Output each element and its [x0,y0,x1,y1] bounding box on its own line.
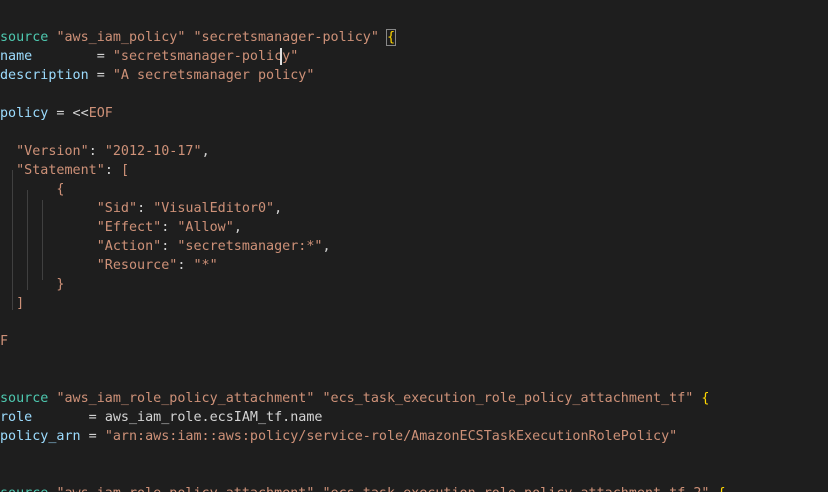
code-token: role [0,410,33,425]
code-token: = [32,49,113,64]
code-line[interactable]: name = "secretsmanager-policy" [0,47,298,66]
code-token: F [0,334,9,349]
code-token: = [32,410,105,425]
code-token: { [385,29,397,46]
code-token: "ecs_task_execution_role_policy_attachme… [322,486,709,492]
code-line[interactable]: "Action": "secretsmanager:*", [0,237,331,256]
code-token: "Allow" [177,220,234,235]
code-token: "Sid" [0,201,138,216]
code-line[interactable]: source "aws_iam_policy" "secretsmanager-… [0,28,397,47]
code-token: description [0,68,89,83]
code-line[interactable]: role = aws_iam_role.ecsIAM_tf.name [0,408,322,427]
code-token: { [718,486,726,492]
code-line[interactable]: "Effect": "Allow", [0,218,242,237]
code-token: name [0,49,33,64]
code-token: source [0,30,57,45]
code-token: "aws_iam_policy" [56,30,186,45]
code-token: "aws_iam_role_policy_attachment" [56,486,314,492]
code-token: policy_arn [0,429,81,444]
code-line[interactable]: source "aws_iam_role_policy_attachment" … [0,484,726,492]
code-line[interactable]: "Resource": "*" [0,256,218,275]
indent-guide [27,190,28,290]
code-line[interactable]: { [0,180,65,199]
code-line[interactable]: description = "A secretsmanager policy" [0,66,314,85]
code-line[interactable]: F [0,332,8,351]
indent-guide [12,170,13,310]
code-line[interactable]: } [0,275,65,294]
code-token: EOF [88,106,113,121]
code-line[interactable]: source "aws_iam_role_policy_attachment" … [0,389,709,408]
text-cursor [280,48,282,65]
code-line[interactable]: "Version": "2012-10-17", [0,142,210,161]
code-token: "secretsmanager-policy" [112,49,299,64]
code-token: aws_iam_role.ecsIAM_tf.name [104,410,323,425]
code-token: : [177,258,194,273]
code-line[interactable]: policy = <<EOF [0,104,113,123]
code-token: "ecs_task_execution_role_policy_attachme… [322,391,694,406]
code-token: "Action" [0,239,162,254]
code-token: = [88,68,113,83]
code-editor[interactable]: source "aws_iam_policy" "secretsmanager-… [0,0,828,492]
code-token: "Version" [0,144,89,159]
code-token: : [104,163,121,178]
code-token: "aws_iam_role_policy_attachment" [56,391,315,406]
code-token: "A secretsmanager policy" [112,68,315,83]
code-token: policy [0,106,49,121]
code-token: { [701,391,710,406]
code-token: = << [48,106,89,121]
code-token: = [80,429,105,444]
code-token: : [137,201,154,216]
code-token: "secretsmanager-policy" [193,30,379,45]
code-token: : [88,144,105,159]
code-token: [ [120,163,129,178]
code-token: source [0,391,57,406]
code-token: , [201,144,210,159]
code-token: : [161,220,178,235]
code-token: source [0,486,56,492]
code-token: "Effect" [0,220,162,235]
code-token: "secretsmanager:*" [177,239,323,254]
code-token: , [322,239,331,254]
code-token: { [0,182,65,197]
code-token: "VisualEditor0" [153,201,275,216]
code-token: : [161,239,178,254]
code-token: "arn:aws:iam::aws:policy/service-role/Am… [104,429,678,444]
code-token: } [0,277,65,292]
code-token: "2012-10-17" [104,144,202,159]
indent-guide [42,200,43,280]
code-line[interactable]: "Statement": [ [0,161,129,180]
code-token: "Statement" [0,163,105,178]
code-token: , [233,220,242,235]
code-token: , [274,201,283,216]
code-line[interactable]: policy_arn = "arn:aws:iam::aws:policy/se… [0,427,677,446]
code-token: "*" [193,258,218,273]
